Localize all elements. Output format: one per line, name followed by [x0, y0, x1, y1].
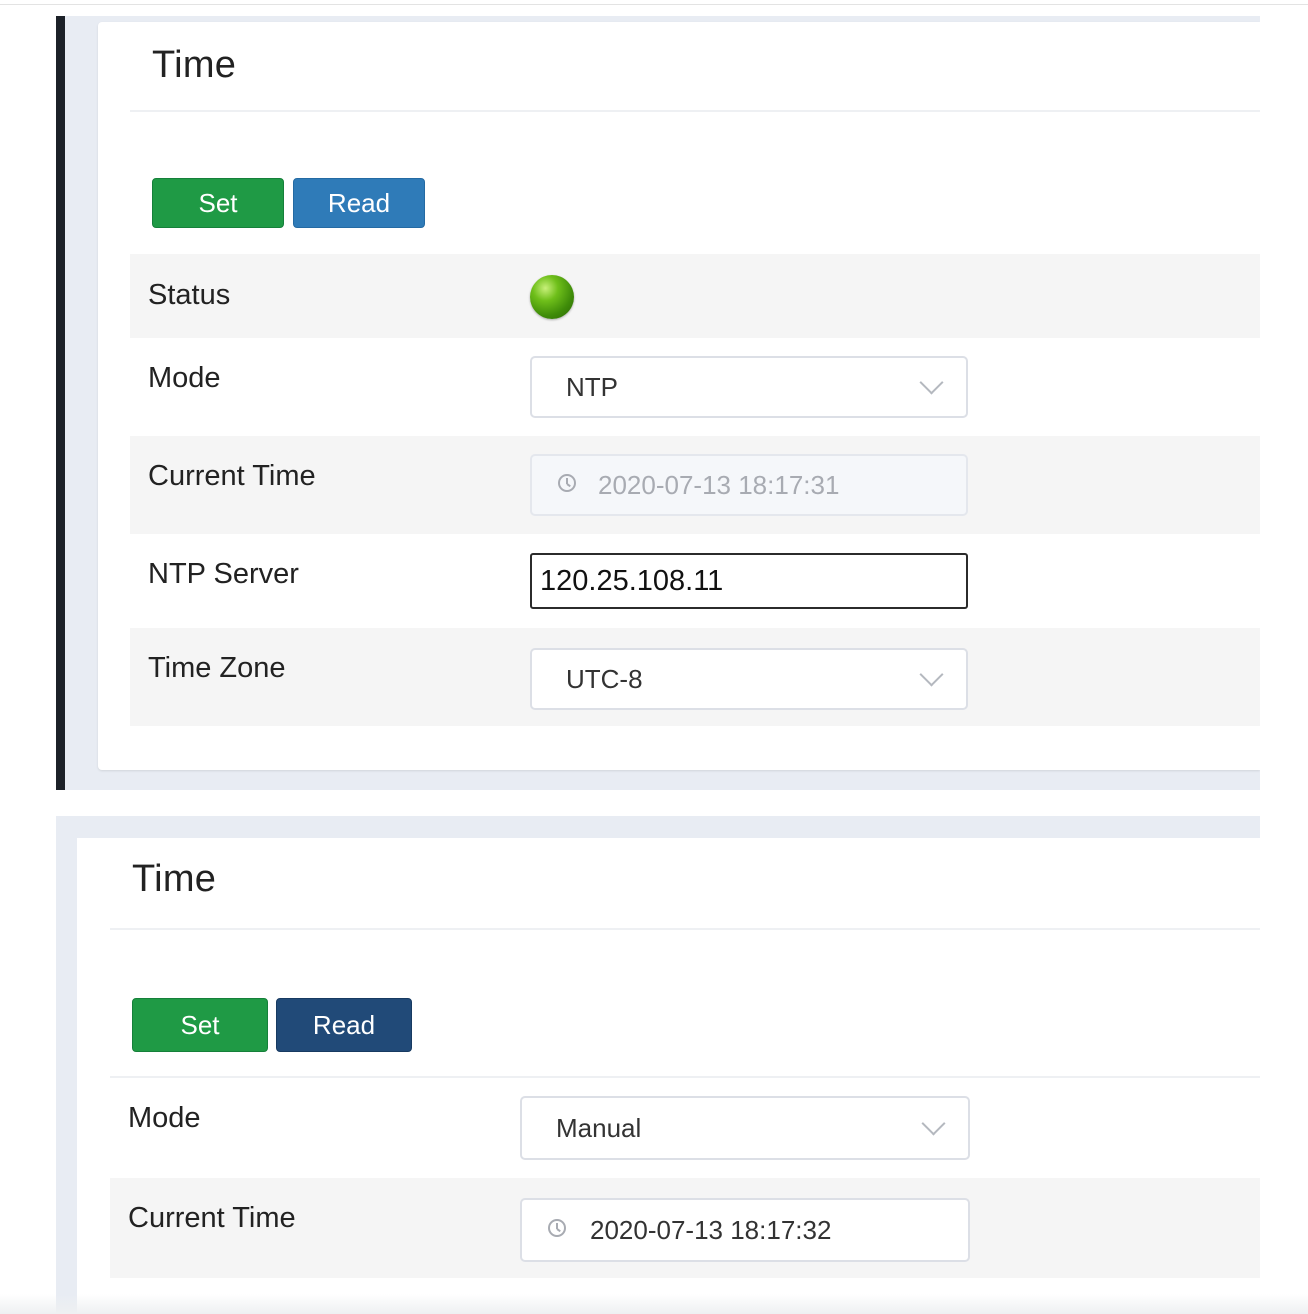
title-divider	[110, 928, 1260, 930]
bottom-fade	[0, 1294, 1308, 1314]
set-button[interactable]: Set	[132, 998, 268, 1052]
time-panel-manual: Time Set Read Mode Manual Current Time 2…	[56, 816, 1260, 1314]
time-zone-select[interactable]: UTC-8	[530, 648, 968, 710]
ntp-server-input[interactable]: 120.25.108.11	[530, 553, 968, 609]
status-row: Status	[130, 254, 1260, 338]
current-time-value: 2020-07-13 18:17:32	[590, 1214, 832, 1245]
chevron-down-icon	[919, 370, 944, 395]
mode-select[interactable]: Manual	[520, 1096, 970, 1160]
time-card: Time Set Read Status Mode NTP Current Ti…	[98, 22, 1260, 770]
clock-icon	[548, 1219, 566, 1237]
chevron-down-icon	[919, 662, 944, 687]
sidebar-edge	[56, 16, 65, 790]
title-divider	[130, 110, 1260, 112]
set-button[interactable]: Set	[152, 178, 284, 228]
current-time-row: Current Time 2020-07-13 18:17:32	[110, 1178, 1260, 1278]
time-panel-ntp: Time Set Read Status Mode NTP Current Ti…	[56, 16, 1260, 790]
current-time-label: Current Time	[128, 1202, 296, 1234]
mode-select[interactable]: NTP	[530, 356, 968, 418]
time-card: Time Set Read Mode Manual Current Time 2…	[77, 838, 1260, 1314]
current-time-label: Current Time	[148, 460, 316, 492]
ntp-server-label: NTP Server	[148, 558, 299, 590]
time-zone-row: Time Zone UTC-8	[130, 628, 1260, 726]
status-label: Status	[148, 279, 231, 311]
time-zone-label: Time Zone	[148, 652, 286, 684]
mode-select-value: NTP	[566, 371, 618, 402]
read-button[interactable]: Read	[293, 178, 425, 228]
card-title: Time	[152, 44, 237, 86]
mode-label: Mode	[148, 362, 221, 394]
status-indicator-icon	[530, 275, 574, 319]
current-time-row: Current Time 2020-07-13 18:17:31	[130, 436, 1260, 534]
top-rule	[0, 4, 1308, 5]
time-zone-select-value: UTC-8	[566, 663, 643, 694]
clock-icon	[558, 474, 576, 492]
current-time-picker[interactable]: 2020-07-13 18:17:32	[520, 1198, 970, 1262]
ntp-server-value: 120.25.108.11	[540, 564, 724, 597]
mode-select-value: Manual	[556, 1112, 642, 1143]
chevron-down-icon	[921, 1111, 946, 1136]
read-button[interactable]: Read	[276, 998, 412, 1052]
current-time-value: 2020-07-13 18:17:31	[598, 469, 840, 500]
current-time-picker: 2020-07-13 18:17:31	[530, 454, 968, 516]
ntp-server-row: NTP Server 120.25.108.11	[130, 534, 1260, 628]
card-title: Time	[132, 858, 217, 900]
mode-row: Mode Manual	[110, 1076, 1260, 1178]
mode-label: Mode	[128, 1102, 201, 1134]
mode-row: Mode NTP	[130, 338, 1260, 436]
